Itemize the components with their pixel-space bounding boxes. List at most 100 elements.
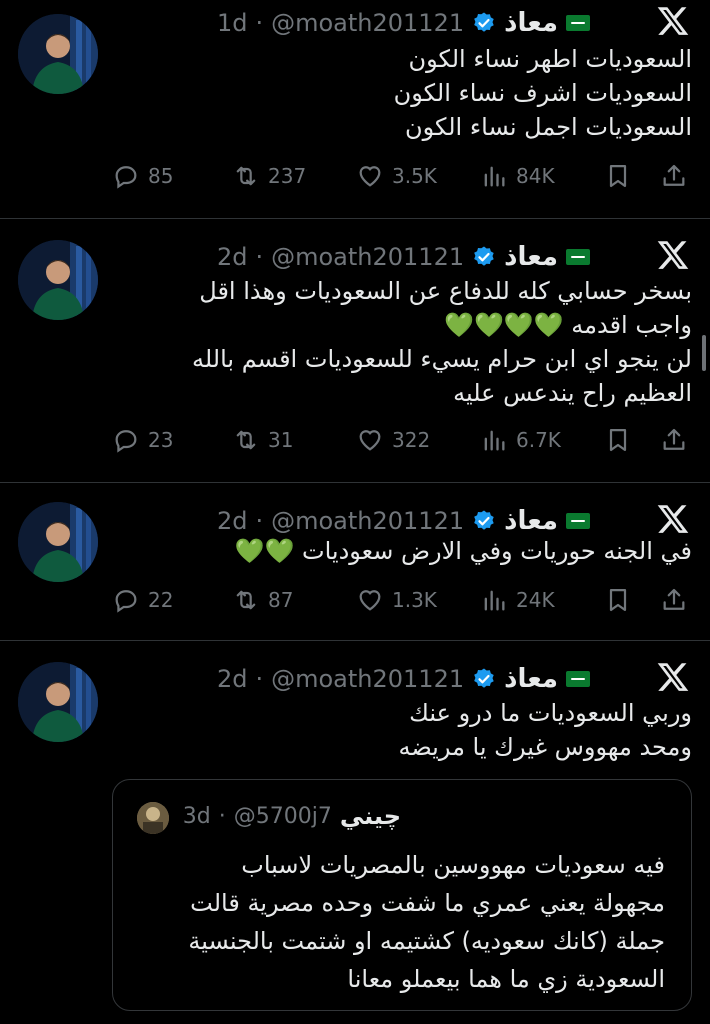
share-button[interactable]: [660, 158, 688, 194]
separator: ·: [255, 9, 264, 37]
reply-icon: [115, 166, 137, 189]
tweet[interactable]: 2d · @moath201121 معاذ في الجنه حوريات و…: [0, 498, 710, 640]
like-button[interactable]: 322: [356, 422, 430, 458]
time[interactable]: 2d: [217, 507, 248, 535]
retweet-button[interactable]: 31: [232, 422, 293, 458]
time[interactable]: 2d: [217, 243, 248, 271]
quoted-time[interactable]: 3d: [183, 804, 211, 829]
views-count: 6.7K: [516, 428, 561, 452]
avatar[interactable]: [18, 662, 98, 742]
quoted-display-name[interactable]: چيني: [340, 802, 401, 830]
like-count: 1.3K: [392, 588, 437, 612]
reply-button[interactable]: 22: [112, 582, 173, 618]
x-logo-icon: [657, 505, 689, 533]
handle[interactable]: @moath201121: [271, 9, 464, 37]
avatar[interactable]: [18, 14, 98, 94]
display-name[interactable]: معاذ: [504, 8, 558, 38]
tweet-line: لن ينجو اي ابن حرام يسيء للسعوديات اقسم …: [191, 345, 692, 373]
tweet-line: السعوديات اشرف نساء الكون: [393, 79, 692, 107]
reply-icon: [115, 590, 137, 613]
quoted-line: السعودية زي ما هما بيعملو معانا: [347, 965, 665, 993]
like-count: 3.5K: [392, 164, 437, 188]
tweet-header: 1d · @moath201121 معاذ: [217, 6, 590, 40]
bookmark-icon: [609, 428, 627, 452]
tweet-line: ومحد مهووس غيرك يا مريضه: [398, 733, 692, 761]
quoted-handle[interactable]: @5700j7: [234, 804, 332, 829]
tweet-text: وربي السعوديات ما درو عنك ومحد مهووس غير…: [132, 696, 692, 764]
share-icon: [663, 164, 685, 186]
tweet[interactable]: 1d · @moath201121 معاذ السعوديات اطهر نس…: [0, 0, 710, 218]
action-bar: 85 237 3.5K 84K: [0, 158, 710, 194]
views-count: 84K: [516, 164, 555, 188]
views-button[interactable]: 24K: [480, 582, 555, 618]
quoted-tweet-card[interactable]: 3d · @5700j7 چيني فيه سعوديات مهووسين با…: [112, 779, 692, 1011]
like-icon: [359, 166, 381, 187]
tweet-header: 2d · @moath201121 معاذ: [217, 240, 590, 274]
tweet-line-text: واجب اقدمه: [571, 311, 692, 339]
handle[interactable]: @moath201121: [271, 507, 464, 535]
bookmark-button[interactable]: [604, 158, 632, 194]
reply-button[interactable]: 23: [112, 422, 173, 458]
separator: ·: [218, 803, 226, 829]
display-name[interactable]: معاذ: [504, 506, 558, 536]
divider: [0, 482, 710, 483]
quoted-line: جملة (كانك سعوديه) كشتيمه او شتمت بالجنس…: [188, 927, 665, 955]
verified-badge-icon: [474, 246, 494, 266]
bookmark-button[interactable]: [604, 422, 632, 458]
bookmark-button[interactable]: [604, 582, 632, 618]
saudi-flag-icon: [566, 671, 590, 687]
share-button[interactable]: [660, 422, 688, 458]
quoted-line: مجهولة يعني عمري ما شفت وحده مصرية قالت: [190, 889, 665, 917]
retweet-icon: [236, 430, 256, 450]
share-button[interactable]: [660, 582, 688, 618]
quoted-avatar[interactable]: [137, 802, 169, 834]
tweet-line: السعوديات اجمل نساء الكون: [404, 113, 692, 141]
like-button[interactable]: 3.5K: [356, 158, 437, 194]
reply-icon: [115, 430, 137, 453]
display-name[interactable]: معاذ: [504, 242, 558, 272]
reply-count: 23: [148, 428, 174, 452]
reply-button[interactable]: 85: [112, 158, 173, 194]
avatar[interactable]: [18, 502, 98, 582]
tweet-header: 2d · @moath201121 معاذ: [217, 504, 590, 538]
saudi-flag-icon: [566, 15, 590, 31]
like-button[interactable]: 1.3K: [356, 582, 437, 618]
action-bar: 22 87 1.3K 24K: [0, 582, 710, 618]
tweet-line: العظيم راح يندعس عليه: [453, 379, 692, 407]
views-button[interactable]: 6.7K: [480, 422, 561, 458]
quoted-line: فيه سعوديات مهووسين بالمصريات لاسباب: [241, 851, 665, 879]
separator: ·: [255, 243, 264, 271]
share-icon: [663, 428, 685, 450]
bookmark-icon: [609, 164, 627, 188]
tweet-line: واجب اقدمه 💚💚💚💚: [132, 308, 692, 342]
handle[interactable]: @moath201121: [271, 243, 464, 271]
retweet-button[interactable]: 87: [232, 582, 293, 618]
scrollbar[interactable]: [702, 335, 706, 371]
green-heart-emoji: 💚💚: [234, 537, 295, 565]
avatar[interactable]: [18, 240, 98, 320]
divider: [0, 218, 710, 219]
views-icon: [484, 166, 505, 187]
separator: ·: [255, 665, 264, 693]
like-icon: [359, 430, 381, 451]
handle[interactable]: @moath201121: [271, 665, 464, 693]
retweet-count: 237: [268, 164, 307, 188]
like-count: 322: [392, 428, 431, 452]
time[interactable]: 2d: [217, 665, 248, 693]
views-icon: [484, 590, 505, 611]
x-logo-icon: [657, 663, 689, 691]
tweet-line-text: في الجنه حوريات وفي الارض سعوديات: [302, 537, 692, 565]
retweet-icon: [236, 590, 256, 610]
separator: ·: [255, 507, 264, 535]
retweet-count: 87: [268, 588, 294, 612]
retweet-button[interactable]: 237: [232, 158, 306, 194]
tweet[interactable]: 2d · @moath201121 معاذ بسخر حسابي كله لل…: [0, 234, 710, 482]
bookmark-icon: [609, 588, 627, 612]
retweet-icon: [236, 166, 256, 186]
tweet-header: 2d · @moath201121 معاذ: [217, 662, 590, 696]
time[interactable]: 1d: [217, 9, 248, 37]
display-name[interactable]: معاذ: [504, 664, 558, 694]
views-button[interactable]: 84K: [480, 158, 555, 194]
tweet-text: السعوديات اطهر نساء الكون السعوديات اشرف…: [132, 42, 692, 144]
tweet-line: وربي السعوديات ما درو عنك: [409, 699, 692, 727]
